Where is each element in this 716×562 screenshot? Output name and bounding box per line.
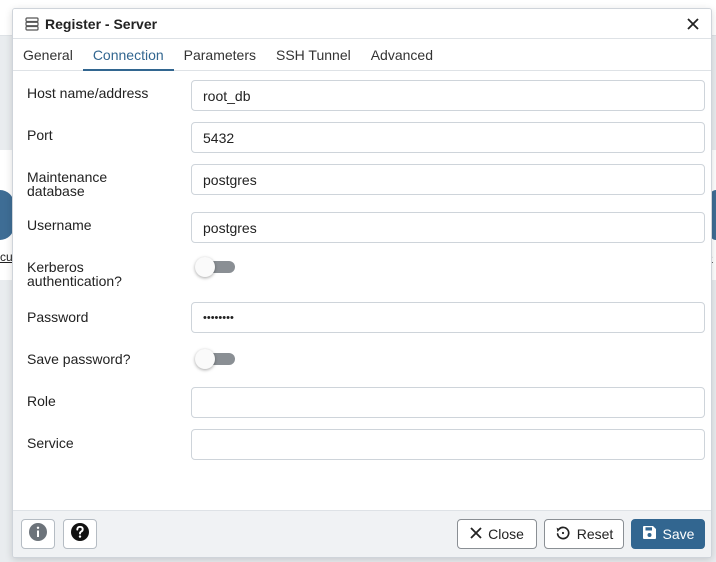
service-input[interactable] xyxy=(191,429,705,460)
help-icon xyxy=(70,522,90,547)
close-button-label: Close xyxy=(488,526,524,542)
password-input[interactable]: •••••••• xyxy=(191,302,705,333)
tab-general[interactable]: General xyxy=(13,39,83,70)
background-link-left: cu xyxy=(0,250,13,264)
service-row: Service xyxy=(13,422,711,464)
host-row: Host name/address root_db xyxy=(13,72,711,114)
dialog-titlebar: Register - Server xyxy=(13,9,711,39)
service-label: Service xyxy=(27,435,74,451)
save-password-row: Save password? xyxy=(13,338,711,380)
reset-icon xyxy=(555,525,571,544)
password-row: Password •••••••• xyxy=(13,296,711,338)
tab-parameters[interactable]: Parameters xyxy=(174,39,266,70)
info-button[interactable] xyxy=(21,519,55,549)
port-input[interactable]: 5432 xyxy=(191,122,705,153)
username-input[interactable]: postgres xyxy=(191,212,705,243)
username-row: Username postgres xyxy=(13,204,711,246)
save-button-label: Save xyxy=(662,526,695,542)
help-button[interactable] xyxy=(63,519,97,549)
kerberos-row: Kerberos authentication? xyxy=(13,246,711,296)
dialog-title: Register - Server xyxy=(45,15,158,32)
maintenance-db-label: Maintenance database xyxy=(27,170,187,198)
role-row: Role xyxy=(13,380,711,422)
maintenance-db-label-line2: database xyxy=(27,183,85,199)
kerberos-label: Kerberos authentication? xyxy=(27,260,187,288)
register-server-dialog: Register - Server General Connection Par… xyxy=(12,8,712,558)
maintenance-db-row: Maintenance database postgres xyxy=(13,156,711,204)
tab-connection[interactable]: Connection xyxy=(82,39,174,71)
server-icon xyxy=(25,16,39,31)
save-password-toggle-knob xyxy=(195,349,215,369)
close-x-icon xyxy=(470,526,482,542)
username-label: Username xyxy=(27,217,92,233)
role-input[interactable] xyxy=(191,387,705,418)
reset-button[interactable]: Reset xyxy=(544,519,624,549)
host-input[interactable]: root_db xyxy=(191,80,705,111)
close-button[interactable]: Close xyxy=(457,519,537,549)
port-label: Port xyxy=(27,127,53,143)
kerberos-toggle-knob xyxy=(195,257,215,277)
tab-advanced[interactable]: Advanced xyxy=(361,39,443,70)
role-label: Role xyxy=(27,393,56,409)
close-icon[interactable] xyxy=(683,14,703,34)
password-label: Password xyxy=(27,309,89,325)
kerberos-label-line1: Kerberos xyxy=(27,259,84,275)
save-disk-icon xyxy=(642,525,657,543)
dialog-footer: Close Reset Save xyxy=(13,510,711,557)
maintenance-db-label-line1: Maintenance xyxy=(27,169,108,185)
tab-ssh-tunnel[interactable]: SSH Tunnel xyxy=(266,39,361,70)
save-password-toggle[interactable] xyxy=(195,349,235,369)
maintenance-db-input[interactable]: postgres xyxy=(191,164,705,195)
reset-button-label: Reset xyxy=(576,526,614,542)
kerberos-label-line2: authentication? xyxy=(27,273,122,289)
kerberos-toggle[interactable] xyxy=(195,257,235,277)
host-label: Host name/address xyxy=(27,85,149,101)
tab-bar: General Connection Parameters SSH Tunnel… xyxy=(13,39,711,71)
info-icon xyxy=(28,522,48,547)
save-password-label: Save password? xyxy=(27,351,131,367)
save-button[interactable]: Save xyxy=(631,519,705,549)
port-row: Port 5432 xyxy=(13,114,711,156)
